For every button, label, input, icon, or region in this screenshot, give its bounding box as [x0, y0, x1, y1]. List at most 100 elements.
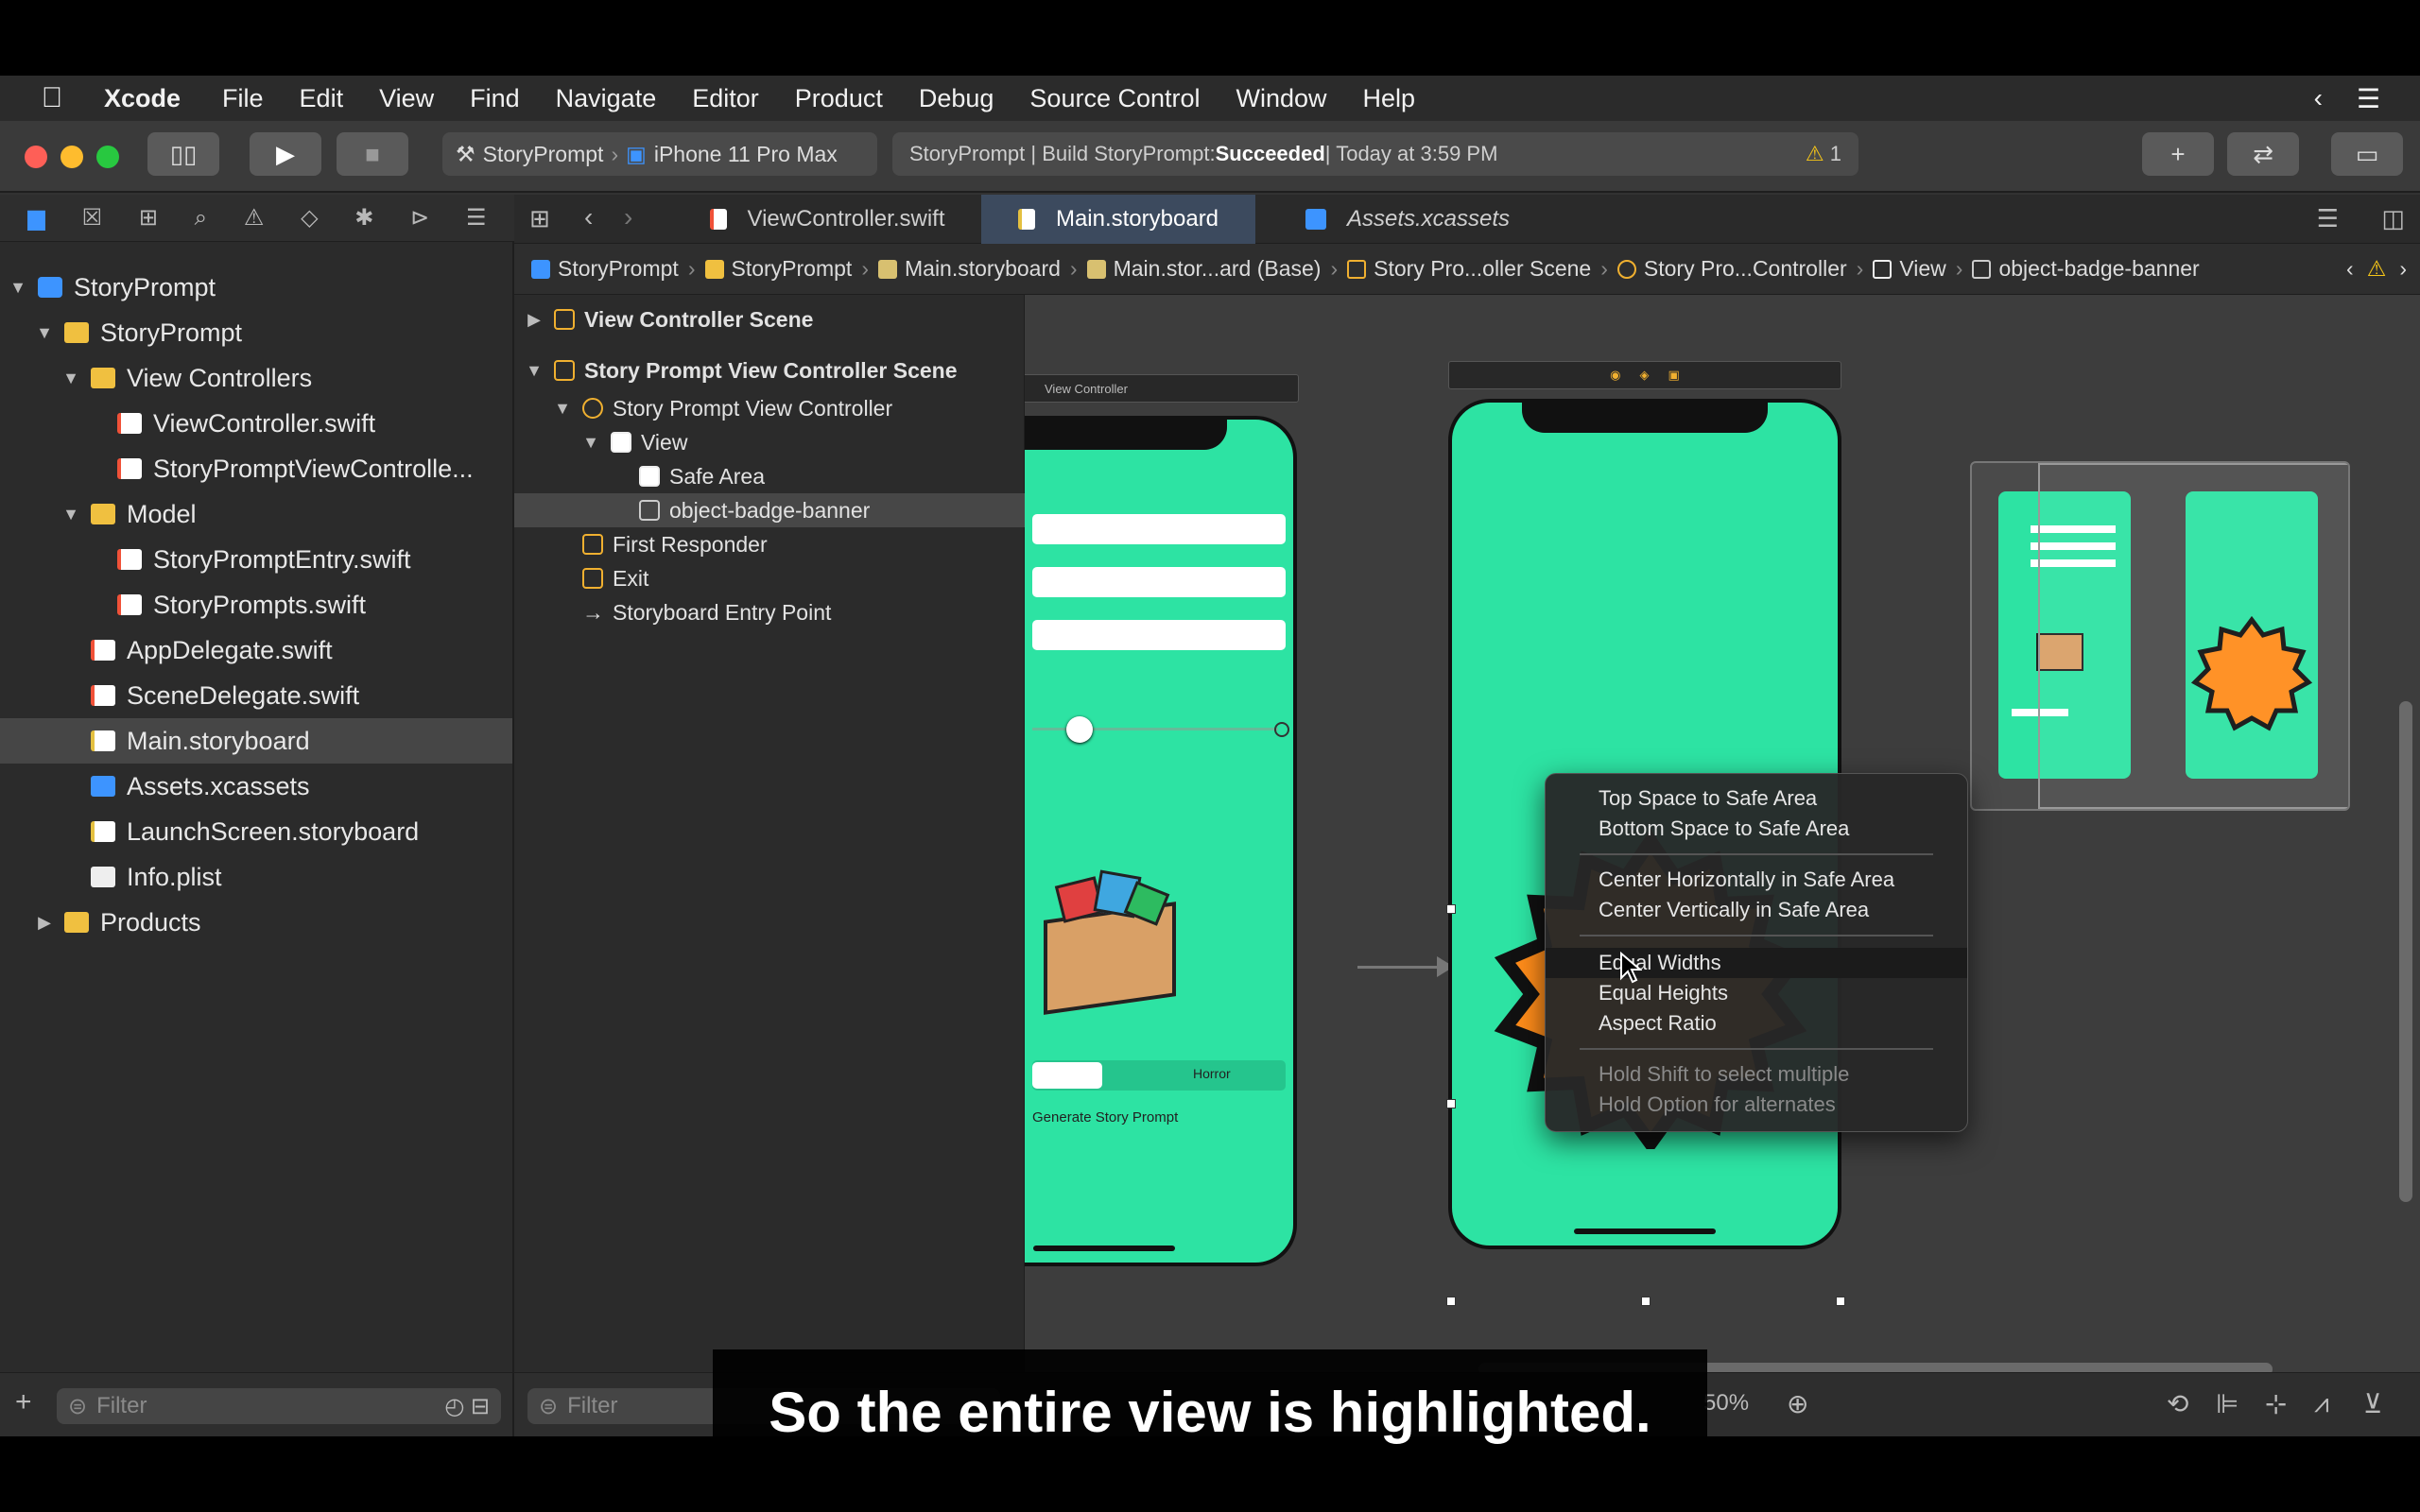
outline-item[interactable]: ▶ View Controller Scene	[514, 302, 1025, 336]
resolve-issues-icon[interactable]: ⩘	[2314, 1388, 2329, 1419]
list-icon[interactable]: ☰	[2357, 83, 2380, 114]
code-review-button[interactable]: ⇄	[2227, 132, 2299, 176]
add-library-button[interactable]: +	[2142, 132, 2214, 176]
hierarchy-icon[interactable]: ⊞	[139, 204, 158, 232]
disclosure-triangle-icon[interactable]: ▼	[60, 505, 81, 524]
chevron-left-icon[interactable]: ‹	[2314, 83, 2323, 113]
outline-item[interactable]: object-badge-banner	[514, 493, 1025, 527]
text-field[interactable]	[1032, 514, 1286, 544]
report-icon[interactable]: ☰	[466, 204, 487, 232]
jump-bar-item-storyboard[interactable]: Main.storyboard	[878, 256, 1061, 282]
outline-item[interactable]: Exit	[514, 561, 1025, 595]
stepper-icon[interactable]	[1274, 722, 1289, 737]
menu-item-top-space[interactable]: Top Space to Safe Area	[1546, 783, 1967, 814]
navigator-item[interactable]: AppDelegate.swift	[0, 627, 512, 673]
menu-find[interactable]: Find	[470, 84, 520, 113]
navigator-item[interactable]: SceneDelegate.swift	[0, 673, 512, 718]
navigator-item[interactable]: StoryPrompts.swift	[0, 582, 512, 627]
menu-editor[interactable]: Editor	[692, 84, 759, 113]
navigator-item[interactable]: ▼ View Controllers	[0, 355, 512, 401]
minimap-viewport[interactable]	[2038, 463, 2348, 809]
jump-bar-item-base[interactable]: Main.stor...ard (Base)	[1086, 256, 1321, 282]
menu-debug[interactable]: Debug	[919, 84, 994, 113]
disclosure-triangle-icon[interactable]: ▼	[8, 278, 28, 298]
align-icon[interactable]: ⊫	[2216, 1388, 2238, 1419]
menu-item-equal-heights[interactable]: Equal Heights	[1546, 978, 1967, 1008]
navigator-item[interactable]: ViewController.swift	[0, 401, 512, 446]
chevron-right-icon[interactable]: ›	[2399, 256, 2407, 282]
outline-item[interactable]: Safe Area	[514, 459, 1025, 493]
disclosure-triangle-icon[interactable]: ▼	[60, 369, 81, 388]
clock-icon[interactable]: ◴ ⊟	[444, 1393, 490, 1420]
jump-bar-item-group[interactable]: StoryPrompt	[704, 256, 852, 282]
menu-edit[interactable]: Edit	[300, 84, 344, 113]
jump-bar-item-view[interactable]: View	[1873, 256, 1946, 282]
segment-selected[interactable]	[1032, 1062, 1102, 1089]
search-icon[interactable]: ⌕	[195, 205, 207, 232]
outline-item[interactable]: ▼ Story Prompt View Controller	[514, 391, 1025, 425]
split-editor-icon[interactable]: ◫	[2381, 204, 2405, 233]
tag-icon[interactable]: ⊳	[410, 204, 429, 232]
jump-bar-item-project[interactable]: StoryPrompt	[531, 256, 679, 282]
toggle-navigator-button[interactable]: ▯▯	[147, 132, 219, 176]
menu-view[interactable]: View	[379, 84, 434, 113]
scene-dock-view-controller[interactable]: View Controller	[1025, 374, 1299, 403]
menu-item-bottom-space[interactable]: Bottom Space to Safe Area	[1546, 814, 1967, 844]
controller-dock-icon[interactable]: ◉	[1610, 368, 1620, 383]
toggle-inspector-button[interactable]: ▭	[2331, 132, 2403, 176]
text-field[interactable]	[1032, 567, 1286, 597]
phone-view-controller[interactable]: Horror Generate Story Prompt	[1025, 416, 1297, 1266]
warning-badge[interactable]: ⚠ 1	[1806, 142, 1841, 166]
disclosure-triangle-icon[interactable]: ▼	[552, 399, 573, 419]
close-window-button[interactable]	[25, 146, 47, 168]
debug-icon[interactable]: ✱	[354, 204, 373, 232]
zoom-window-button[interactable]	[96, 146, 119, 168]
menu-product[interactable]: Product	[795, 84, 883, 113]
resize-handle[interactable]	[1446, 904, 1456, 914]
responder-dock-icon[interactable]: ◈	[1640, 368, 1650, 383]
disclosure-triangle-icon[interactable]: ▼	[580, 433, 601, 453]
add-constraints-icon[interactable]: ⊹	[2265, 1388, 2287, 1419]
outline-item[interactable]: → Storyboard Entry Point	[514, 595, 1025, 629]
navigator-item[interactable]: Assets.xcassets	[0, 764, 512, 809]
navigator-filter-input[interactable]: ⊜ Filter ◴ ⊟	[57, 1388, 501, 1424]
exit-dock-icon[interactable]: ▣	[1668, 368, 1680, 383]
generate-story-prompt-button[interactable]: Generate Story Prompt	[1032, 1109, 1178, 1125]
back-icon[interactable]: ‹	[584, 202, 593, 232]
disclosure-triangle-icon[interactable]: ▼	[34, 323, 55, 343]
menu-xcode[interactable]: Xcode	[104, 84, 181, 113]
menu-help[interactable]: Help	[1363, 84, 1416, 113]
jump-bar-item-scene[interactable]: Story Pro...oller Scene	[1347, 256, 1591, 282]
navigator-item[interactable]: Main.storyboard	[0, 718, 512, 764]
jump-bar-item-controller[interactable]: Story Pro...Controller	[1616, 256, 1847, 282]
update-frames-icon[interactable]: ⟲	[2167, 1388, 2188, 1419]
menu-source-control[interactable]: Source Control	[1029, 84, 1200, 113]
tab-assets-xcassets[interactable]: Assets.xcassets	[1270, 195, 1545, 244]
genre-segmented-control[interactable]: Horror	[1032, 1060, 1286, 1091]
stop-button[interactable]: ■	[337, 132, 408, 176]
navigator-item[interactable]: StoryPromptViewControlle...	[0, 446, 512, 491]
navigator-item[interactable]: ▶ Products	[0, 900, 512, 945]
menu-file[interactable]: File	[222, 84, 264, 113]
jump-bar-item-image[interactable]: object-badge-banner	[1972, 256, 2200, 282]
vertical-scrollbar[interactable]	[2399, 701, 2412, 1202]
outline-item[interactable]: First Responder	[514, 527, 1025, 561]
minimize-window-button[interactable]	[60, 146, 83, 168]
resize-handle[interactable]	[1446, 1099, 1456, 1108]
warning-icon[interactable]: ⚠	[2367, 256, 2387, 282]
menu-item-center-vertically[interactable]: Center Vertically in Safe Area	[1546, 895, 1967, 925]
disclosure-triangle-icon[interactable]: ▼	[524, 361, 544, 381]
zoom-level[interactable]: 50%	[1703, 1390, 1749, 1417]
forward-icon[interactable]: ›	[624, 202, 632, 232]
disclosure-triangle-icon[interactable]: ▶	[524, 310, 544, 330]
resize-handle[interactable]	[1446, 1297, 1456, 1306]
navigator-item[interactable]: LaunchScreen.storyboard	[0, 809, 512, 854]
disclosure-triangle-icon[interactable]: ▶	[34, 913, 55, 933]
run-button[interactable]: ▶	[250, 132, 321, 176]
outline-item[interactable]: ▼ View	[514, 425, 1025, 459]
warning-icon[interactable]: ⚠	[244, 204, 265, 232]
editor-options-icon[interactable]: ☰	[2317, 204, 2339, 233]
menu-item-center-horizontally[interactable]: Center Horizontally in Safe Area	[1546, 865, 1967, 895]
menu-item-equal-widths[interactable]: Equal Widths	[1546, 948, 1967, 978]
navigator-item[interactable]: ▼ StoryPrompt	[0, 265, 512, 310]
